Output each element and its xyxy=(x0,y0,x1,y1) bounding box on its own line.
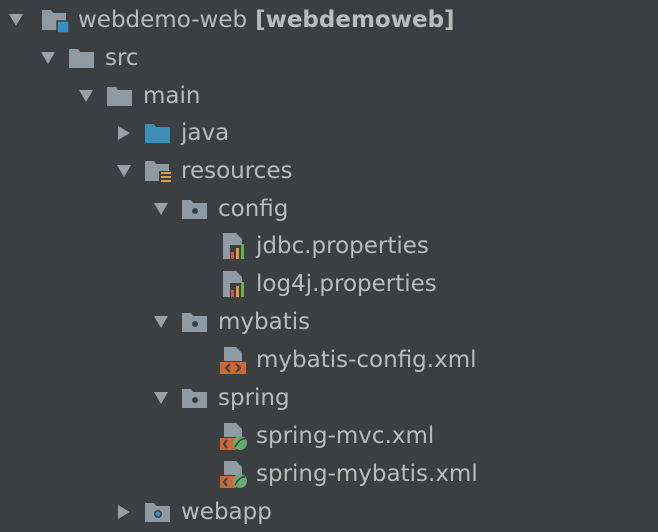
tree-row-resources[interactable]: resources xyxy=(0,152,658,190)
project-tree: webdemo-web [webdemoweb] src main java r… xyxy=(0,0,658,532)
tree-label: webapp xyxy=(181,499,272,525)
tree-label: src xyxy=(105,45,139,71)
tree-row-java[interactable]: java xyxy=(0,114,658,152)
package-folder-icon xyxy=(180,383,210,413)
web-folder-icon xyxy=(143,497,173,527)
expand-arrow-down-icon[interactable] xyxy=(151,312,171,332)
tree-row-config[interactable]: config xyxy=(0,190,658,228)
expand-arrow-right-icon[interactable] xyxy=(114,123,134,143)
package-folder-icon xyxy=(180,307,210,337)
tree-label: resources xyxy=(181,158,293,184)
expand-arrow-right-icon[interactable] xyxy=(114,502,134,522)
tree-row-spring[interactable]: spring xyxy=(0,379,658,417)
tree-row-spring-mvc-xml[interactable]: spring-mvc.xml xyxy=(0,417,658,455)
tree-row-webdemo-web[interactable]: webdemo-web [webdemoweb] xyxy=(0,1,658,39)
tree-label: log4j.properties xyxy=(256,271,437,297)
tree-row-jdbc-properties[interactable]: jdbc.properties xyxy=(0,227,658,265)
tree-label: jdbc.properties xyxy=(256,233,429,259)
module-folder-icon xyxy=(40,5,70,35)
expand-arrow-down-icon[interactable] xyxy=(151,199,171,219)
tree-label: spring-mvc.xml xyxy=(256,423,435,449)
expand-arrow-down-icon[interactable] xyxy=(151,388,171,408)
expand-arrow-down-icon[interactable] xyxy=(38,48,58,68)
spring-xml-file-icon xyxy=(218,459,248,489)
tree-label: mybatis-config.xml xyxy=(256,347,477,373)
resources-root-folder-icon xyxy=(143,156,173,186)
tree-row-main[interactable]: main xyxy=(0,77,658,115)
package-folder-icon xyxy=(180,194,210,224)
expand-arrow-down-icon[interactable] xyxy=(6,10,26,30)
tree-label: config xyxy=(218,196,289,222)
tree-label: webdemo-web xyxy=(78,7,248,33)
tree-row-webapp[interactable]: webapp xyxy=(0,493,658,531)
xml-file-icon xyxy=(218,345,248,375)
tree-row-mybatis[interactable]: mybatis xyxy=(0,303,658,341)
module-name-label: [webdemoweb] xyxy=(255,7,455,33)
expand-arrow-down-icon[interactable] xyxy=(114,161,134,181)
source-root-folder-icon xyxy=(143,118,173,148)
properties-file-icon xyxy=(218,231,248,261)
folder-icon xyxy=(67,43,97,73)
expand-arrow-down-icon[interactable] xyxy=(76,86,96,106)
tree-row-log4j-properties[interactable]: log4j.properties xyxy=(0,265,658,303)
properties-file-icon xyxy=(218,269,248,299)
tree-label: spring-mybatis.xml xyxy=(256,461,478,487)
tree-row-mybatis-config-xml[interactable]: mybatis-config.xml xyxy=(0,341,658,379)
tree-label: mybatis xyxy=(218,309,311,335)
spring-xml-file-icon xyxy=(218,421,248,451)
tree-label: spring xyxy=(218,385,290,411)
tree-row-src[interactable]: src xyxy=(0,39,658,77)
tree-row-spring-mybatis-xml[interactable]: spring-mybatis.xml xyxy=(0,455,658,493)
tree-label: java xyxy=(181,120,230,146)
tree-label: main xyxy=(143,83,201,109)
folder-icon xyxy=(105,81,135,111)
